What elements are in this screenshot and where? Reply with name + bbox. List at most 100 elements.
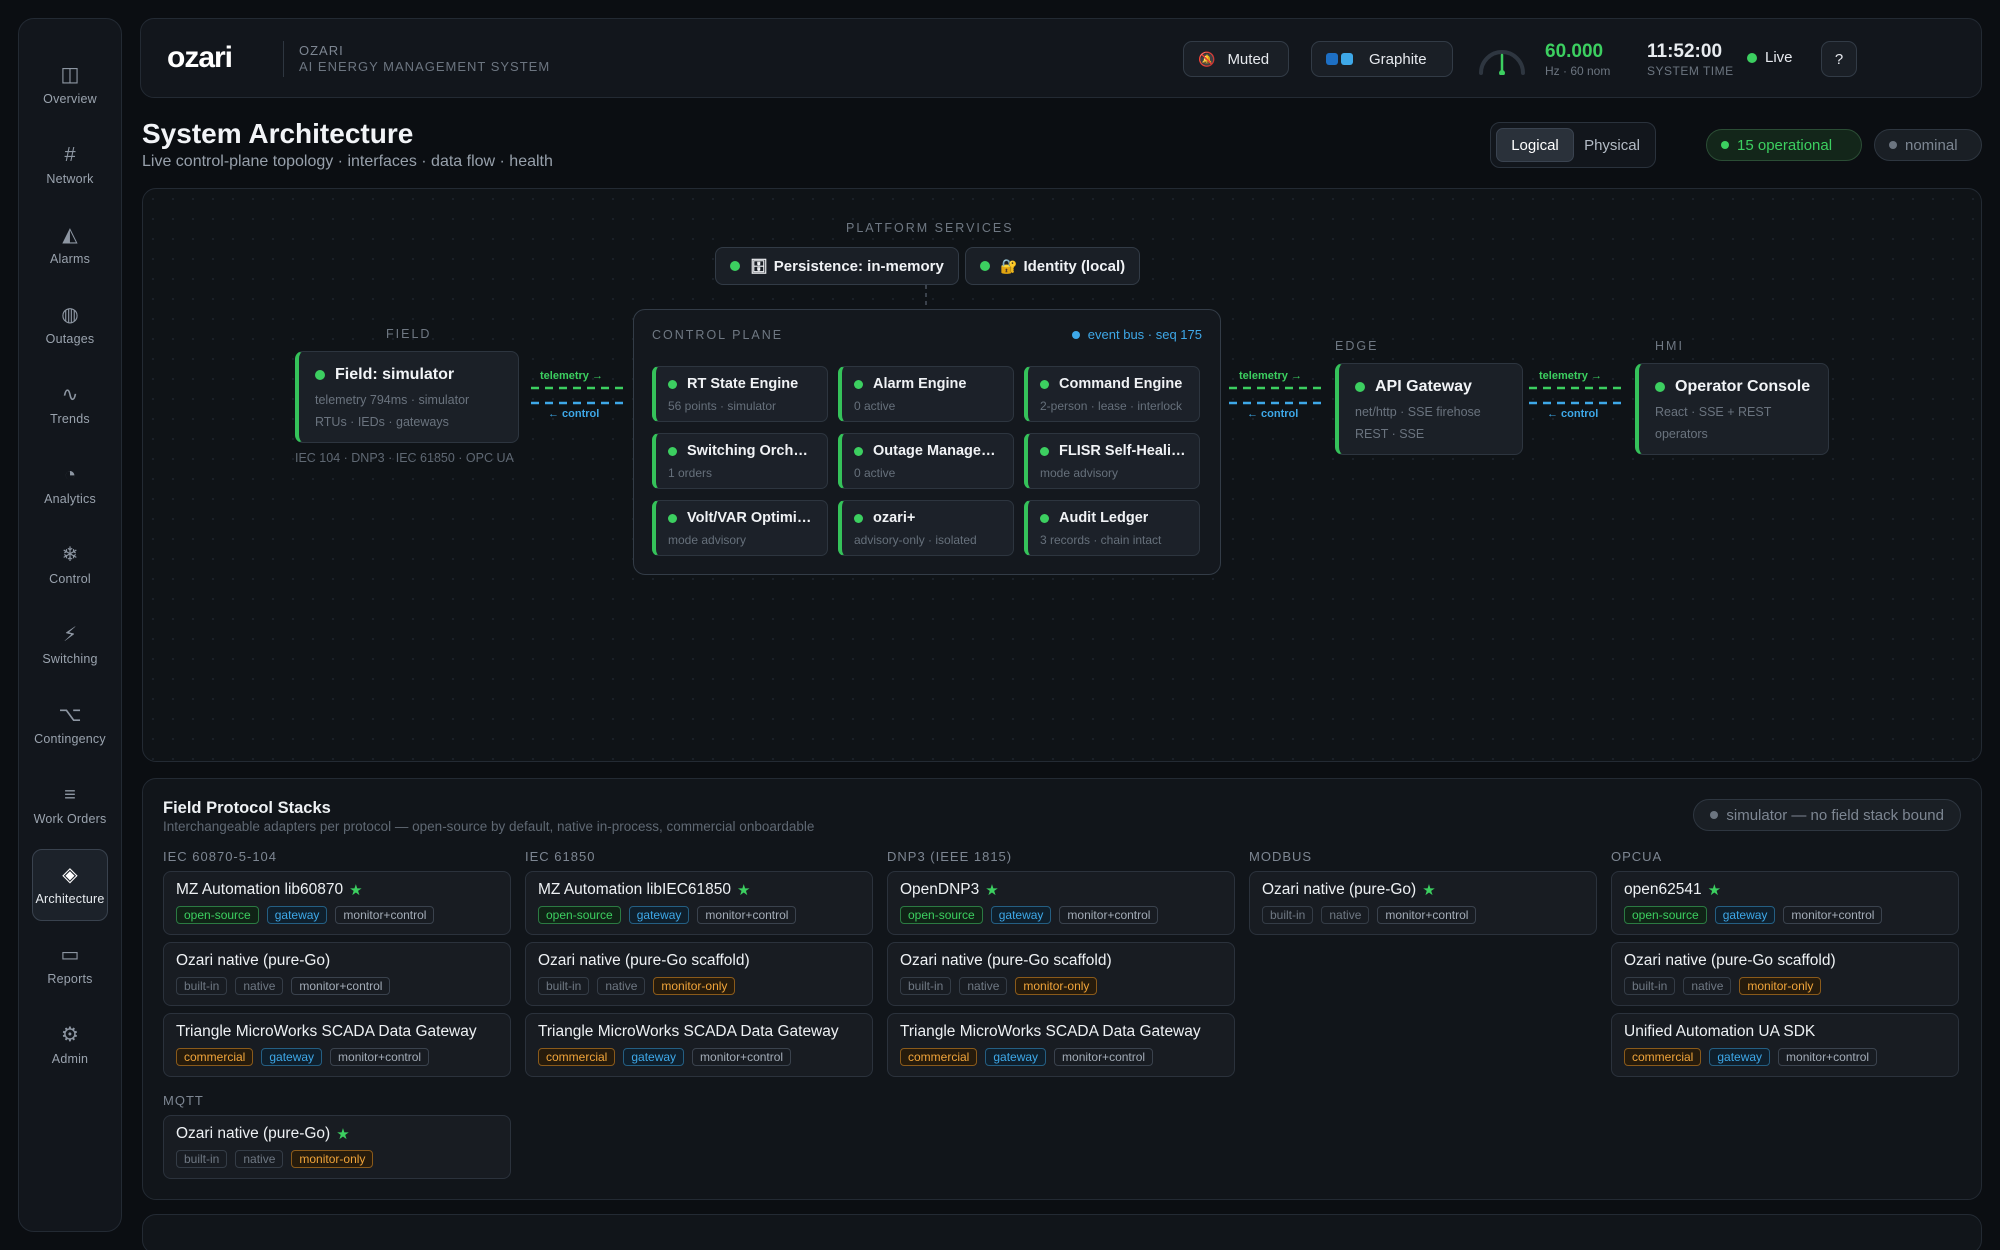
protocol-stack-card[interactable]: Ozari native (pure-Go scaffold) built-in n… [887,942,1235,1006]
control-plane-card[interactable]: Audit Ledger 3 records · chain intact [1024,500,1200,556]
theme-button[interactable]: Graphite [1311,41,1453,77]
theme-swatch-icon [1341,53,1353,65]
sidebar-item-analytics[interactable]: ◔ Analytics [32,449,108,521]
sidebar-item-overview[interactable]: ◫ Overview [32,49,108,121]
stack-tag: gateway [261,1048,323,1066]
field-node[interactable]: Field: simulator telemetry 794ms · simul… [295,351,519,443]
control-plane-card[interactable]: Command Engine 2-person · lease · interlo… [1024,366,1200,422]
stack-tag: gateway [985,1048,1047,1066]
sidebar-item-architecture[interactable]: ◈ Architecture [32,849,108,921]
system-time-label: SYSTEM TIME [1647,64,1734,78]
operator-console-node[interactable]: Operator Console React · SSE + REST oper… [1635,363,1829,455]
control-plane-card-title: Audit Ledger [1040,510,1187,526]
protocol-stack-card[interactable]: open62541 ★ open-source gateway monitor+cont… [1611,871,1959,935]
control-plane-card[interactable]: Volt/VAR Optimization mode advisory [652,500,828,556]
protocol-stack-card[interactable]: Ozari native (pure-Go scaffold) built-in n… [1611,942,1959,1006]
mute-label: Muted [1227,50,1270,68]
tag-list: open-source gateway monitor+control [538,906,860,924]
sidebar-item-control[interactable]: ❄ Control [32,529,108,601]
sidebar-item-reports[interactable]: ▭ Reports [32,929,108,1001]
protocol-stack-card[interactable]: Ozari native (pure-Go) built-in native moni… [163,942,511,1006]
protocol-stack-card[interactable]: MZ Automation lib60870 ★ open-source gatewa… [163,871,511,935]
nominal-status-badge: nominal [1874,129,1982,161]
control-plane-card-title: Alarm Engine [854,376,1001,392]
tag-list: built-in native monitor-only [176,1150,498,1168]
protocol-stack-card[interactable]: Triangle MicroWorks SCADA Data Gateway co… [163,1013,511,1077]
tag-list: commercial gateway monitor+control [538,1048,860,1066]
page-subtitle: Live control-plane topology · interfaces… [142,153,553,170]
protocol-stack-title: Ozari native (pure-Go) ★ [176,1125,350,1143]
frequency-value: 60.000 [1545,41,1604,62]
tag-list: open-source gateway monitor+control [900,906,1222,924]
protocol-column-header: IEC 60870-5-104 [163,849,278,864]
identity-service-chip[interactable]: 🔐 Identity (local) [965,247,1141,285]
protocol-stack-card[interactable]: Triangle MicroWorks SCADA Data Gateway co… [525,1013,873,1077]
mute-button[interactable]: 🔕 Muted [1183,41,1289,77]
sidebar-item-label: Contingency [34,732,106,746]
identity-label: Identity (local) [1023,257,1126,275]
control-plane-card[interactable]: Outage Management 0 active [838,433,1014,489]
field-node-detail: RTUs · IEDs · gateways [315,415,449,429]
sidebar-item-work-orders[interactable]: ≡ Work Orders [32,769,108,841]
sidebar-item-trends[interactable]: ∿ Trends [32,369,108,441]
protocol-stack-card[interactable]: Ozari native (pure-Go) ★ built-in native mon… [1249,871,1597,935]
stack-tag: gateway [628,906,690,924]
contingency-icon: ⌥ [58,704,82,726]
persistence-service-chip[interactable]: 🗄 Persistence: in-memory [715,247,959,285]
stack-tag: monitor-only [291,1150,374,1168]
operator-console-detail: operators [1655,427,1708,441]
protocol-stack-card[interactable]: Triangle MicroWorks SCADA Data Gateway co… [887,1013,1235,1077]
protocol-stack-card[interactable]: Unified Automation UA SDK commercial gatew… [1611,1013,1959,1077]
control-link-label: ← control [1247,408,1299,420]
default-star-icon: ★ [1707,882,1722,899]
field-protocol-list: IEC 104 · DNP3 · IEC 61850 · OPC UA [295,451,514,465]
view-physical-button[interactable]: Physical [1574,128,1650,162]
sidebar-item-alarms[interactable]: ◭ Alarms [32,209,108,281]
protocol-stack-card[interactable]: OpenDNP3 ★ open-source gateway monitor+contr… [887,871,1235,935]
protocol-stack-card[interactable]: MZ Automation libIEC61850 ★ open-source gat… [525,871,873,935]
control-plane-card[interactable]: Switching Orchestrator 1 orders [652,433,828,489]
brand-title: OZARI [299,43,344,58]
status-dot-icon [854,446,863,456]
stack-tag: gateway [1714,906,1776,924]
sidebar-item-label: Admin [51,1052,89,1066]
sidebar-item-network[interactable]: # Network [32,129,108,201]
stack-tag: monitor+control [692,1048,792,1066]
control-plane-card[interactable]: FLISR Self-Healing mode advisory [1024,433,1200,489]
field-node-detail: telemetry 794ms · simulator [315,393,470,407]
stack-tag: gateway [623,1048,685,1066]
tag-list: commercial gateway monitor+control [1624,1048,1946,1066]
stack-tag: monitor+control [1778,1048,1878,1066]
api-gateway-detail: net/http · SSE firehose [1355,405,1481,419]
control-plane-card[interactable]: RT State Engine 56 points · simulator [652,366,828,422]
sidebar-item-contingency[interactable]: ⌥ Contingency [32,689,108,761]
protocol-stack-card[interactable]: Ozari native (pure-Go) ★ built-in native mon… [163,1115,511,1179]
control-plane-card[interactable]: ozari+ advisory-only · isolated [838,500,1014,556]
help-button[interactable]: ? [1821,41,1857,77]
tag-list: commercial gateway monitor+control [900,1048,1222,1066]
control-plane-card-detail: 3 records · chain intact [1040,533,1162,547]
stack-tag: gateway [990,906,1052,924]
sidebar-item-label: Overview [43,92,97,106]
sidebar-item-outages[interactable]: ◍ Outages [32,289,108,361]
protocol-stack-card[interactable]: Ozari native (pure-Go scaffold) built-in n… [525,942,873,1006]
status-dot-icon [730,261,740,271]
protocol-stack-title: Triangle MicroWorks SCADA Data Gateway [176,1023,477,1040]
status-dot-icon [854,513,863,523]
hmi-label: HMI [1655,339,1684,353]
tag-list: open-source gateway monitor+control [176,906,498,924]
theme-label: Graphite [1369,50,1427,68]
control-plane-card[interactable]: Alarm Engine 0 active [838,366,1014,422]
stack-tag: built-in [176,977,228,995]
api-gateway-node[interactable]: API Gateway net/http · SSE firehose REST… [1335,363,1523,455]
architecture-icon: ◈ [62,864,78,886]
sidebar-item-label: Switching [42,652,98,666]
sidebar-item-switching[interactable]: ⚡ Switching [32,609,108,681]
view-logical-button[interactable]: Logical [1496,128,1574,162]
theme-swatch-icon [1326,53,1338,65]
control-plane-card-title: Switching Orchestrator [668,443,815,459]
brand-subtitle: AI ENERGY MANAGEMENT SYSTEM [299,59,551,74]
sidebar-item-admin[interactable]: ⚙ Admin [32,1009,108,1081]
ozari-logo[interactable]: ozari [167,41,233,75]
control-plane-box: CONTROL PLANE event bus · seq 175 RT Sta… [633,309,1221,575]
